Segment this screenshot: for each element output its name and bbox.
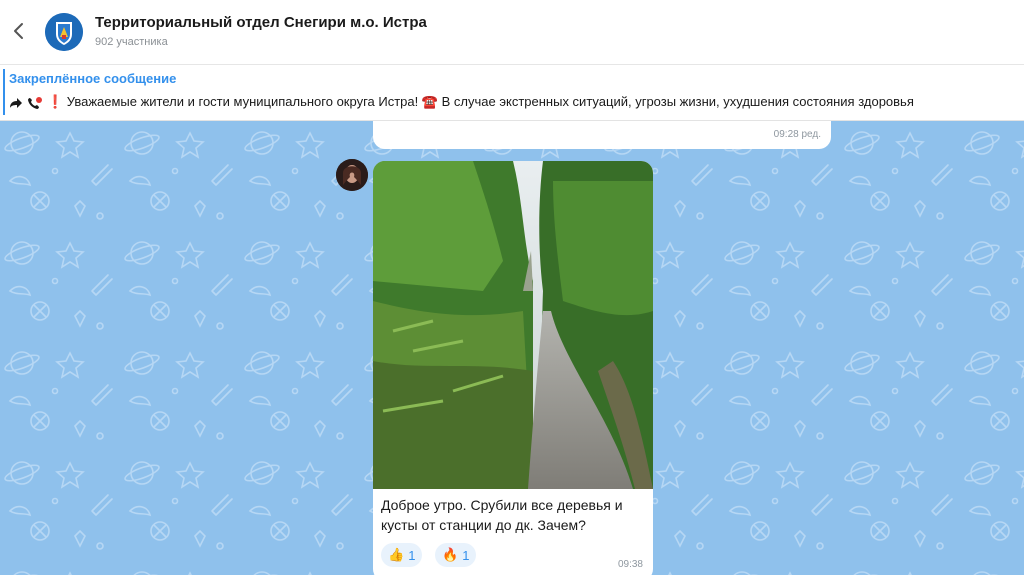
chat-area[interactable]: 09:28 ред. Доброе утро. Срубили все дере… [0, 121, 1024, 575]
pinned-message-bar[interactable]: Закреплённое сообщение ❗ Уважаемые жител… [0, 65, 1024, 121]
member-count: 902 участника [95, 36, 168, 48]
reaction-thumbs-up[interactable]: 👍 1 [381, 543, 423, 567]
coat-of-arms-icon [45, 13, 83, 51]
sender-avatar[interactable] [336, 159, 368, 191]
chat-header: Территориальный отдел Снегири м.о. Истра… [0, 0, 1024, 65]
reaction-count: 1 [462, 547, 470, 563]
reaction-count: 1 [408, 547, 416, 563]
channel-avatar[interactable] [45, 13, 83, 51]
pinned-indicator [3, 69, 5, 115]
pinned-title: Закреплённое сообщение [9, 71, 177, 86]
message-bubble[interactable]: Доброе утро. Срубили все деревья и кусты… [373, 161, 653, 575]
forward-arrow-icon [10, 97, 22, 108]
message-text: Доброе утро. Срубили все деревья и кусты… [381, 497, 623, 533]
fire-icon: 🔥 [442, 547, 459, 562]
back-arrow-icon[interactable] [8, 20, 30, 42]
thumbs-up-icon: 👍 [388, 547, 405, 562]
pinned-text: ❗ Уважаемые жители и гости муниципальног… [47, 94, 914, 109]
message-photo[interactable] [373, 161, 653, 489]
pinned-text-row: ❗ Уважаемые жители и гости муниципальног… [9, 94, 914, 110]
sender-photo [336, 159, 368, 191]
chat-title[interactable]: Территориальный отдел Снегири м.о. Истра [95, 14, 427, 31]
reaction-fire[interactable]: 🔥 1 [435, 543, 477, 567]
previous-message-time: 09:28 ред. [773, 129, 821, 140]
phone-sos-icon [28, 96, 42, 109]
previous-message-bubble[interactable]: 09:28 ред. [373, 121, 831, 149]
message-time: 09:38 [617, 559, 643, 570]
